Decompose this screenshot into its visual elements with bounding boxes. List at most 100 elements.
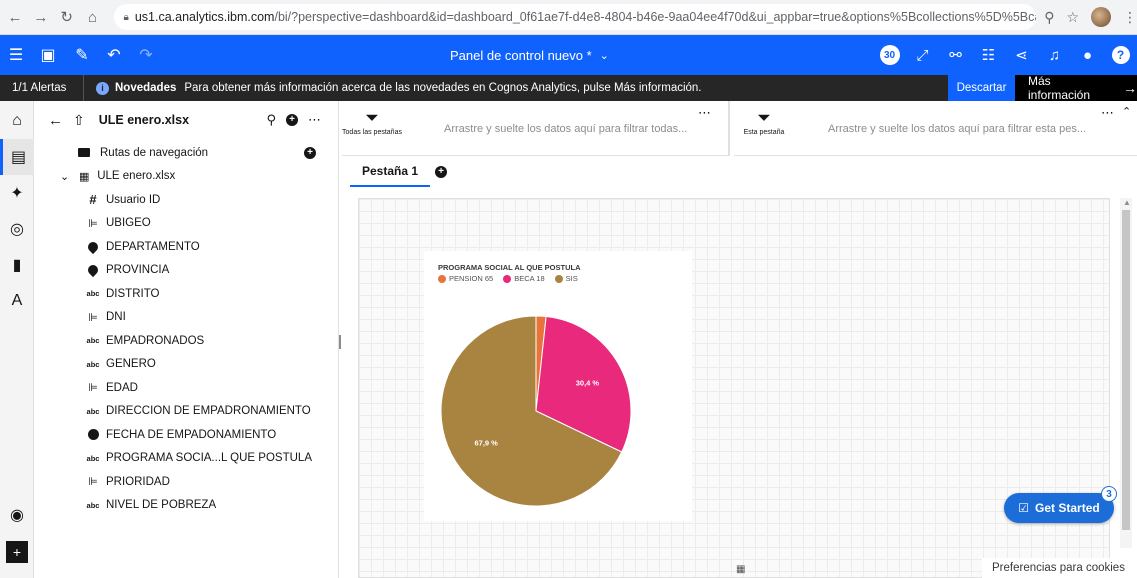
browser-toolbar: ← → ↻ ⌂ 🔒︎ us1.ca.analytics.ibm.com/bi/?…	[0, 0, 1137, 35]
source-tree-item-label: DIRECCION DE EMPADRONAMIENTO	[106, 405, 311, 417]
vertical-scrollbar[interactable]: ▲	[1120, 198, 1132, 548]
kebab-menu-icon[interactable]: ⋮	[1123, 9, 1137, 26]
upload-icon[interactable]: ⇧	[73, 112, 85, 129]
left-rail: ⌂ ▤ ✦ ◎ ▮ A ◉ +	[0, 101, 34, 578]
search-icon[interactable]: ⚲	[266, 112, 276, 128]
source-tree-item[interactable]: abc GENERO	[34, 353, 339, 376]
legend-item[interactable]: SIS	[554, 274, 578, 283]
rail-visualizations-icon[interactable]: ▮	[0, 247, 34, 283]
source-tree-item[interactable]: abc NIVEL DE POBREZA	[34, 494, 339, 517]
source-tree-item-label: GENERO	[106, 358, 156, 370]
properties-sliders-icon[interactable]: ☷	[972, 46, 1005, 64]
scroll-up-icon[interactable]: ▲	[1123, 198, 1131, 207]
legend-item[interactable]: BECA 18	[503, 274, 545, 283]
pie-chart-widget[interactable]: 30,4 % 67,9 % PROGRAMA SOCIAL AL QUE POST…	[424, 251, 692, 521]
back-arrow-icon[interactable]: ←	[4, 6, 26, 28]
dismiss-button[interactable]: Descartar	[948, 75, 1015, 101]
more-info-button[interactable]: Más información →	[1015, 74, 1137, 102]
source-tree-item[interactable]: abc DISTRITO	[34, 282, 339, 305]
notification-message: i Novedades Para obtener más información…	[96, 81, 702, 95]
source-tree-item[interactable]: DEPARTAMENTO	[34, 235, 339, 258]
source-tree-item[interactable]: FECHA DE EMPADONAMIENTO	[34, 423, 339, 446]
source-tree-item[interactable]: PROVINCIA	[34, 259, 339, 282]
source-tree-item-label: Usuario ID	[106, 193, 161, 206]
menu-icon[interactable]: ☰	[0, 35, 32, 75]
source-tree-item-label: Rutas de navegación	[100, 146, 209, 159]
rail-data-sources-icon[interactable]: ▤	[0, 139, 34, 175]
back-arrow-icon[interactable]: ←	[48, 112, 63, 129]
this-tab-filter-zone[interactable]: ⏷ Esta pestaña Arrastre y suelte los dat…	[734, 101, 1137, 156]
clock-icon	[84, 429, 102, 440]
cookie-preferences-link[interactable]: Preferencias para cookies	[982, 558, 1137, 578]
lock-icon: 🔒︎	[123, 11, 129, 23]
reload-icon[interactable]: ↻	[56, 6, 78, 28]
dashboard-title-menu[interactable]: Panel de control nuevo * ⌄	[450, 35, 609, 75]
source-tree-item[interactable]: abc PROGRAMA SOCIA...L QUE POSTULA	[34, 447, 339, 470]
rail-text-icon[interactable]: A	[0, 283, 34, 319]
more-options-icon[interactable]: ⋯	[1101, 105, 1115, 121]
source-panel-header: ← ⇧ ULE enero.xlsx ⚲ + ⋯	[34, 101, 339, 139]
dashboard-title: Panel de control nuevo *	[450, 47, 592, 63]
tab-pestana-1[interactable]: Pestaña 1	[350, 157, 431, 187]
source-tree-item[interactable]: # Usuario ID	[34, 188, 339, 211]
user-icon[interactable]: ●	[1071, 47, 1104, 64]
home-icon[interactable]: ⌂	[82, 6, 104, 28]
chart-title: PROGRAMA SOCIAL AL QUE POSTULA	[438, 263, 581, 272]
rail-assistant-icon[interactable]: ◎	[0, 211, 34, 247]
legend-item[interactable]: PENSION 65	[438, 274, 493, 283]
dashboard-grid[interactable]: 30,4 % 67,9 % PROGRAMA SOCIAL AL QUE POST…	[358, 198, 1110, 578]
all-tabs-hint: Arrastre y suelte los datos aquí para fi…	[444, 123, 688, 135]
source-tree-item[interactable]: ⌄ ▦ ULE enero.xlsx	[34, 165, 339, 188]
scroll-thumb[interactable]	[1122, 210, 1130, 530]
add-navigation-path-icon[interactable]: +	[304, 146, 316, 159]
folder-icon	[78, 148, 96, 157]
get-started-button[interactable]: ☑ Get Started	[1004, 493, 1114, 523]
more-options-icon[interactable]: ⋯	[308, 112, 321, 128]
chevron-down-icon[interactable]: ⌄	[60, 170, 69, 183]
source-tree-item[interactable]: abc DIRECCION DE EMPADRONAMIENTO	[34, 400, 339, 423]
location-icon	[84, 262, 102, 278]
source-tree-item[interactable]: ⊫ PRIORIDAD	[34, 470, 339, 493]
rail-account-icon[interactable]: ◉	[0, 497, 34, 533]
funnel-icon: ⏷	[365, 108, 379, 127]
rail-add-icon[interactable]: +	[6, 541, 28, 563]
notification-bell-icon[interactable]: ♫	[1038, 47, 1071, 64]
collapse-chevron-icon[interactable]: ⌃	[1122, 105, 1132, 118]
measure-icon: ⊫	[88, 382, 98, 394]
more-info-label: Más información	[1028, 74, 1091, 102]
zoom-icon[interactable]: ⚲	[1044, 9, 1054, 26]
star-icon[interactable]: ☆	[1066, 9, 1079, 26]
help-button[interactable]: ?	[1104, 46, 1137, 64]
rail-pin-icon[interactable]: ✦	[0, 175, 34, 211]
source-tree-item-label: FECHA DE EMPADONAMIENTO	[106, 428, 277, 441]
table-view-icon[interactable]: ▦	[736, 564, 745, 575]
share-icon[interactable]: ⋖	[1005, 46, 1038, 64]
source-tree-item[interactable]: ⊫ DNI	[34, 306, 339, 329]
notifications-button[interactable]: 30	[873, 45, 906, 65]
all-tabs-filter-zone[interactable]: ⏷ Todas las pestañas Arrastre y suelte l…	[342, 101, 730, 156]
source-tree-item-label: DEPARTAMENTO	[106, 240, 200, 253]
this-tab-caption: Esta pestaña	[743, 129, 785, 136]
add-tab-icon[interactable]: +	[435, 166, 447, 178]
connect-icon[interactable]: ⚯	[939, 46, 972, 64]
more-options-icon[interactable]: ⋯	[698, 105, 712, 121]
notification-text: Para obtener más información acerca de l…	[184, 82, 702, 94]
address-bar[interactable]: 🔒︎ us1.ca.analytics.ibm.com/bi/?perspect…	[113, 4, 1037, 30]
alerts-button[interactable]: 1/1 Alertas	[0, 75, 84, 101]
forward-arrow-icon[interactable]: →	[30, 6, 52, 28]
data-source-panel: ← ⇧ ULE enero.xlsx ⚲ + ⋯ Rutas de navega…	[34, 101, 339, 578]
redo-icon[interactable]: ↷	[130, 35, 162, 75]
expand-icon[interactable]: ⤢	[906, 47, 939, 64]
source-tree-item[interactable]: ⊫ UBIGEO	[34, 212, 339, 235]
arrow-right-icon: →	[1123, 80, 1137, 96]
source-tree-item[interactable]: Rutas de navegación +	[34, 141, 339, 164]
rail-home-icon[interactable]: ⌂	[0, 103, 34, 139]
source-tree-item[interactable]: ⊫ EDAD	[34, 376, 339, 399]
save-icon[interactable]: ▣	[32, 35, 64, 75]
panel-resize-handle[interactable]	[339, 335, 341, 349]
edit-pencil-icon[interactable]: ✎	[66, 35, 98, 75]
add-source-icon[interactable]: +	[286, 114, 298, 126]
source-tree-item[interactable]: abc EMPADRONADOS	[34, 329, 339, 352]
profile-avatar[interactable]	[1091, 7, 1112, 27]
undo-icon[interactable]: ↶	[98, 35, 130, 75]
